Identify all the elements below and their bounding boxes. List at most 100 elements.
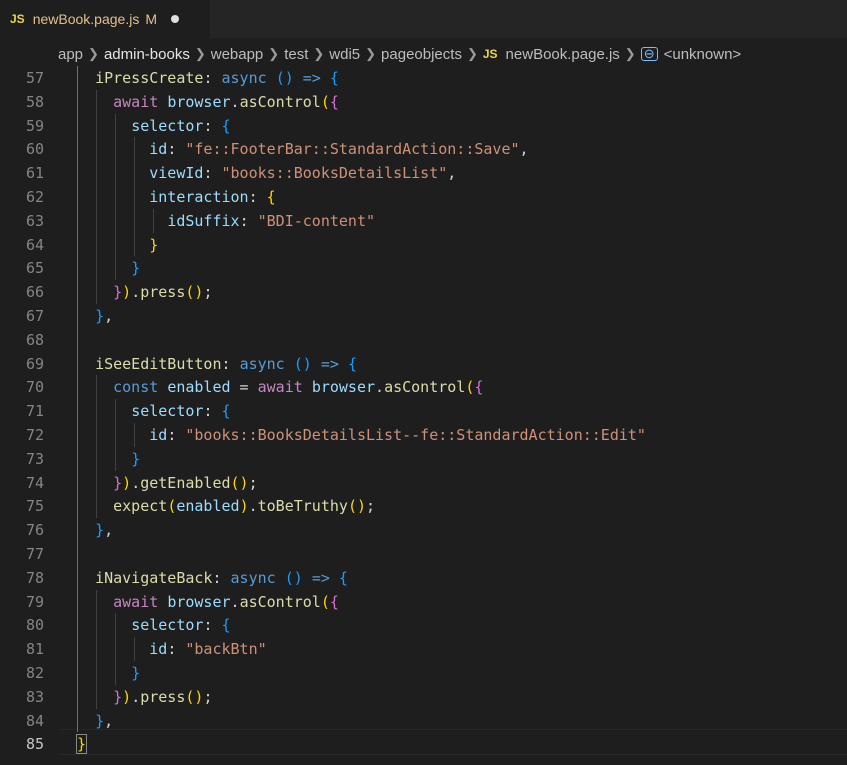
- code-token: iPressCreate: [95, 69, 204, 87]
- code-token: (: [320, 592, 330, 611]
- code-line[interactable]: 69 iSeeEditButton: async () => {: [0, 352, 847, 376]
- code-token: browser: [311, 378, 376, 397]
- code-line[interactable]: 73 }: [0, 447, 847, 471]
- code-line[interactable]: 85}: [0, 732, 847, 756]
- code-line[interactable]: 80 selector: {: [0, 613, 847, 637]
- tab-modified-status: M: [145, 11, 157, 27]
- code-line[interactable]: 57 iPressCreate: async () => {: [0, 66, 847, 90]
- code-line[interactable]: 67 },: [0, 304, 847, 328]
- code-token: }: [149, 235, 159, 254]
- code-token: (): [347, 497, 366, 516]
- breadcrumb-item-app[interactable]: app: [58, 46, 83, 63]
- code-token: {: [474, 378, 484, 397]
- code-line[interactable]: 63 idSuffix: "BDI-content": [0, 209, 847, 233]
- code-line[interactable]: 82 }: [0, 661, 847, 685]
- code-token: toBeTruthy: [257, 497, 348, 516]
- chevron-right-icon: ❯: [466, 46, 478, 61]
- code-line[interactable]: 65 }: [0, 256, 847, 280]
- code-line[interactable]: 66 }).press();: [0, 280, 847, 304]
- chevron-right-icon: ❯: [268, 46, 280, 61]
- code-text: },: [77, 518, 113, 542]
- code-token: :: [239, 211, 258, 230]
- code-token: "BDI-content": [257, 211, 376, 230]
- code-token: {: [329, 69, 339, 87]
- tab-bar: JS newBook.page.js M: [0, 0, 847, 38]
- code-line[interactable]: 58 await browser.asControl({: [0, 90, 847, 114]
- code-token: :: [203, 116, 222, 135]
- code-line[interactable]: 70 const enabled = await browser.asContr…: [0, 375, 847, 399]
- code-line[interactable]: 84 },: [0, 709, 847, 733]
- line-number: 61: [25, 164, 44, 183]
- code-token: iSeeEditButton: [95, 354, 222, 373]
- breadcrumb-item-wdi5[interactable]: wdi5: [329, 46, 360, 63]
- code-line[interactable]: 79 await browser.asControl({: [0, 590, 847, 614]
- chevron-right-icon: ❯: [365, 46, 377, 61]
- code-token: }: [131, 664, 141, 682]
- code-token: ): [122, 283, 132, 302]
- code-token: {: [221, 402, 231, 421]
- code-line[interactable]: 74 }).getEnabled();: [0, 471, 847, 495]
- breadcrumb-item-test[interactable]: test: [284, 46, 308, 63]
- code-line[interactable]: 72 id: "books::BooksDetailsList--fe::Sta…: [0, 423, 847, 447]
- indent-guide: [153, 208, 154, 233]
- unsaved-dot-icon[interactable]: [171, 15, 179, 23]
- breadcrumb-item-file[interactable]: newBook.page.js: [506, 46, 620, 63]
- code-token: {: [338, 568, 348, 587]
- code-line[interactable]: 75 expect(enabled).toBeTruthy();: [0, 494, 847, 518]
- code-token: ): [122, 687, 132, 706]
- code-token: enabled: [176, 497, 240, 516]
- code-token: ,: [519, 140, 529, 159]
- code-token: .: [248, 497, 258, 516]
- code-line[interactable]: 64 }: [0, 233, 847, 257]
- tab-newbook-page-js[interactable]: JS newBook.page.js M: [0, 0, 210, 38]
- line-number: 76: [25, 521, 44, 540]
- line-number: 58: [25, 92, 44, 111]
- indent-guide: [96, 589, 97, 709]
- code-token: (): [185, 687, 204, 706]
- code-line[interactable]: 81 id: "backBtn": [0, 637, 847, 661]
- line-number: 68: [25, 330, 44, 349]
- line-number: 70: [25, 378, 44, 397]
- breadcrumb-item-admin-books[interactable]: admin-books: [104, 46, 190, 63]
- code-token: "fe::FooterBar::StandardAction::Save": [185, 140, 520, 159]
- code-text: id: "backBtn": [77, 637, 266, 661]
- code-token: .: [131, 283, 141, 302]
- code-token: ,: [447, 164, 457, 183]
- code-line[interactable]: 59 selector: {: [0, 114, 847, 138]
- code-line[interactable]: 71 selector: {: [0, 399, 847, 423]
- code-line[interactable]: 62 interaction: {: [0, 185, 847, 209]
- code-text: const enabled = await browser.asControl(…: [77, 375, 483, 399]
- chevron-right-icon: ❯: [313, 46, 325, 61]
- code-token: asControl: [239, 592, 321, 611]
- code-editor[interactable]: 57 iPressCreate: async () => {58 await b…: [0, 66, 847, 765]
- symbol-icon: ⊖: [640, 47, 658, 61]
- breadcrumb-item-symbol[interactable]: <unknown>: [664, 46, 742, 63]
- line-number: 82: [25, 664, 44, 682]
- code-token: (): [293, 354, 312, 373]
- code-token: }: [95, 711, 105, 730]
- code-token: ;: [248, 473, 258, 492]
- line-number: 63: [25, 211, 44, 230]
- code-line[interactable]: 78 iNavigateBack: async () => {: [0, 566, 847, 590]
- line-number: 73: [25, 449, 44, 468]
- code-line[interactable]: 83 }).press();: [0, 685, 847, 709]
- breadcrumb-item-pageobjects[interactable]: pageobjects: [381, 46, 462, 63]
- code-text: iNavigateBack: async () => {: [77, 566, 348, 590]
- code-text: }: [77, 447, 140, 471]
- code-line[interactable]: 77: [0, 542, 847, 566]
- code-token: :: [212, 568, 231, 587]
- code-line[interactable]: 60 id: "fe::FooterBar::StandardAction::S…: [0, 137, 847, 161]
- code-line[interactable]: 76 },: [0, 518, 847, 542]
- line-number: 75: [25, 497, 44, 516]
- code-token: .: [230, 92, 240, 111]
- code-token: id: [149, 426, 168, 444]
- code-token: }: [95, 521, 105, 540]
- breadcrumb-item-webapp[interactable]: webapp: [211, 46, 264, 63]
- code-token: "books::BooksDetailsList": [221, 164, 448, 183]
- code-line[interactable]: 68: [0, 328, 847, 352]
- code-line[interactable]: 61 viewId: "books::BooksDetailsList",: [0, 161, 847, 185]
